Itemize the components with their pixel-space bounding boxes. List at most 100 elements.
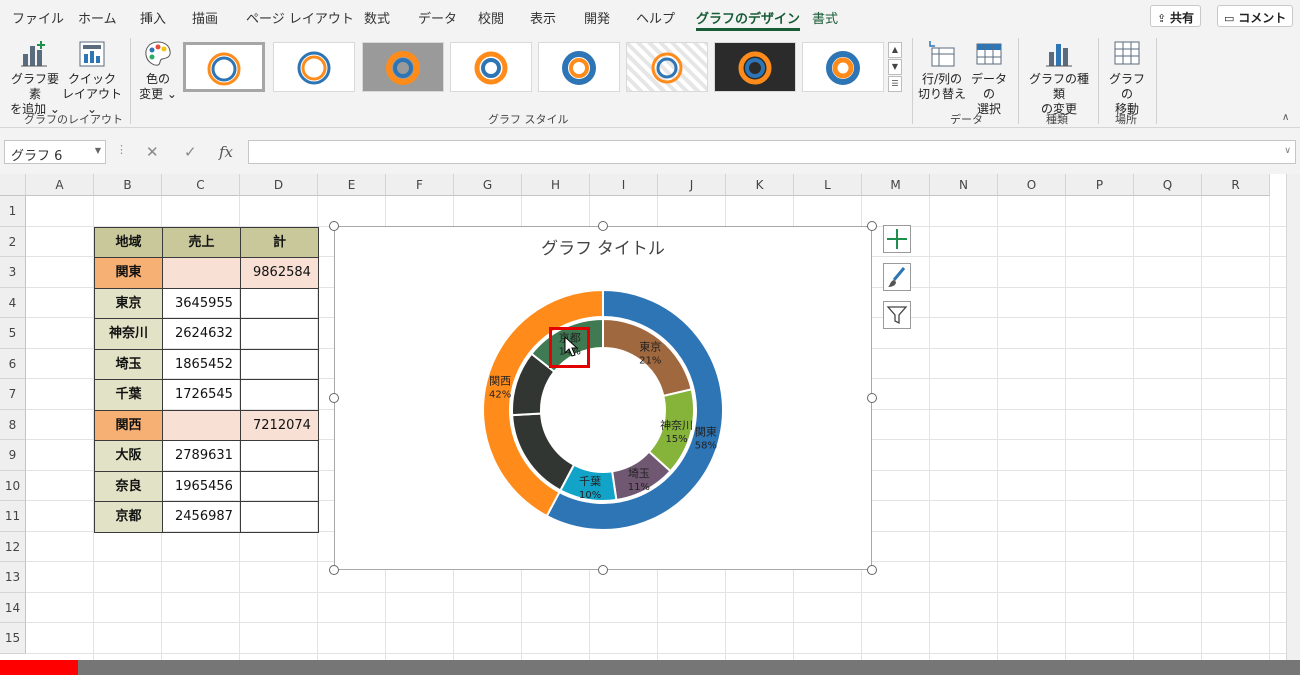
sales-value-cell[interactable]: 3645955 bbox=[162, 287, 241, 319]
change-chart-type-button[interactable]: グラフの種類 の変更 bbox=[1024, 38, 1094, 117]
inner-label-name-0[interactable]: 東京 bbox=[639, 339, 661, 353]
row-header-4[interactable]: 4 bbox=[0, 287, 26, 318]
row-header-15[interactable]: 15 bbox=[0, 623, 26, 654]
sales-value-cell[interactable]: 2624632 bbox=[162, 318, 241, 350]
gallery-scroll-down[interactable]: ▼ bbox=[888, 59, 902, 75]
column-header-j[interactable]: J bbox=[658, 174, 726, 196]
total-cell[interactable] bbox=[240, 318, 319, 350]
tab-format[interactable]: 書式 bbox=[812, 8, 838, 27]
move-chart-button[interactable]: グラフの 移動 bbox=[1104, 38, 1150, 117]
tab-page-layout[interactable]: ページ レイアウト bbox=[246, 8, 354, 27]
tab-data[interactable]: データ bbox=[418, 8, 457, 27]
gallery-more[interactable]: ☰ bbox=[888, 76, 902, 92]
chart-style-5[interactable] bbox=[538, 42, 620, 92]
chart-style-6[interactable] bbox=[626, 42, 708, 92]
sales-value-cell[interactable]: 2456987 bbox=[162, 501, 241, 533]
chart-style-8[interactable] bbox=[802, 42, 884, 92]
row-header-8[interactable]: 8 bbox=[0, 409, 26, 440]
chart-style-2[interactable] bbox=[273, 42, 355, 92]
formula-input[interactable]: ∨ bbox=[248, 140, 1296, 164]
region-total-cell[interactable]: 7212074 bbox=[240, 409, 319, 441]
prefecture-name-cell[interactable]: 埼玉 bbox=[94, 348, 163, 380]
row-header-2[interactable]: 2 bbox=[0, 226, 26, 257]
chart-style-1[interactable] bbox=[183, 42, 265, 92]
region-name-cell[interactable]: 関西 bbox=[94, 409, 163, 441]
row-header-5[interactable]: 5 bbox=[0, 318, 26, 349]
table-header-cell[interactable]: 計 bbox=[240, 226, 319, 258]
expand-formula-icon[interactable]: ∨ bbox=[1284, 146, 1291, 156]
sales-value-cell[interactable]: 1726545 bbox=[162, 379, 241, 411]
resize-handle-bottom-right[interactable] bbox=[867, 565, 877, 575]
column-header-r[interactable]: R bbox=[1202, 174, 1270, 196]
sales-value-cell[interactable]: 1865452 bbox=[162, 348, 241, 380]
tab-view[interactable]: 表示 bbox=[530, 8, 556, 27]
row-header-13[interactable]: 13 bbox=[0, 562, 26, 593]
chart-style-7[interactable] bbox=[714, 42, 796, 92]
inner-label-percent-3[interactable]: 10% bbox=[579, 490, 601, 501]
total-cell[interactable] bbox=[240, 379, 319, 411]
chart-style-4[interactable] bbox=[450, 42, 532, 92]
table-header-cell[interactable]: 地域 bbox=[94, 226, 163, 258]
chart-filters-button[interactable] bbox=[883, 301, 911, 329]
change-colors-button[interactable]: 色の 変更 ⌄ bbox=[136, 38, 180, 102]
region-sales-cell[interactable] bbox=[162, 409, 241, 441]
row-header-7[interactable]: 7 bbox=[0, 379, 26, 410]
prefecture-name-cell[interactable]: 京都 bbox=[94, 501, 163, 533]
row-header-9[interactable]: 9 bbox=[0, 440, 26, 471]
row-header-11[interactable]: 11 bbox=[0, 501, 26, 532]
prefecture-name-cell[interactable]: 東京 bbox=[94, 287, 163, 319]
inner-label-name-1[interactable]: 神奈川 bbox=[660, 418, 693, 432]
resize-handle-left[interactable] bbox=[329, 393, 339, 403]
select-data-button[interactable]: データの 選択 bbox=[966, 38, 1012, 117]
prefecture-name-cell[interactable]: 千葉 bbox=[94, 379, 163, 411]
column-header-a[interactable]: A bbox=[26, 174, 94, 196]
chart-style-3[interactable] bbox=[362, 42, 444, 92]
column-header-k[interactable]: K bbox=[726, 174, 794, 196]
share-button[interactable]: ⇪ 共有 bbox=[1150, 5, 1202, 27]
column-header-q[interactable]: Q bbox=[1134, 174, 1202, 196]
tab-chart-design[interactable]: グラフのデザイン bbox=[696, 8, 801, 31]
resize-handle-top[interactable] bbox=[598, 221, 608, 231]
total-cell[interactable] bbox=[240, 470, 319, 502]
resize-handle-bottom[interactable] bbox=[598, 565, 608, 575]
comment-button[interactable]: ▭ コメント bbox=[1217, 5, 1294, 27]
collapse-ribbon-icon[interactable]: ∧ bbox=[1282, 112, 1289, 123]
column-header-l[interactable]: L bbox=[794, 174, 862, 196]
sales-value-cell[interactable]: 1965456 bbox=[162, 470, 241, 502]
vertical-scrollbar[interactable] bbox=[1286, 174, 1300, 660]
column-header-i[interactable]: I bbox=[590, 174, 658, 196]
name-box[interactable]: グラフ 6 ▼ bbox=[4, 140, 106, 164]
tab-developer[interactable]: 開発 bbox=[584, 8, 610, 27]
insert-function-icon[interactable]: fx bbox=[219, 143, 233, 161]
sales-value-cell[interactable]: 2789631 bbox=[162, 440, 241, 472]
inner-label-name-2[interactable]: 埼玉 bbox=[628, 466, 650, 480]
column-header-p[interactable]: P bbox=[1066, 174, 1134, 196]
row-header-3[interactable]: 3 bbox=[0, 257, 26, 288]
outer-label-name-0[interactable]: 関東 bbox=[695, 426, 717, 439]
select-all-corner[interactable] bbox=[0, 174, 26, 196]
tab-review[interactable]: 校閲 bbox=[478, 8, 504, 27]
column-header-f[interactable]: F bbox=[386, 174, 454, 196]
doughnut-chart[interactable]: グラフ タイトル 関東 58% 関西 42% 東京 21% 神奈川 15% 埼玉 11% 千葉 10%… bbox=[334, 226, 872, 570]
column-header-d[interactable]: D bbox=[240, 174, 318, 196]
tab-draw[interactable]: 描画 bbox=[192, 8, 218, 27]
total-cell[interactable] bbox=[240, 348, 319, 380]
total-cell[interactable] bbox=[240, 501, 319, 533]
resize-handle-top-left[interactable] bbox=[329, 221, 339, 231]
gallery-scroll-up[interactable]: ▲ bbox=[888, 42, 902, 58]
region-sales-cell[interactable] bbox=[162, 257, 241, 289]
outer-label-name-1[interactable]: 関西 bbox=[489, 374, 511, 387]
column-header-g[interactable]: G bbox=[454, 174, 522, 196]
add-chart-element-button[interactable]: グラフ要素 を追加 ⌄ bbox=[6, 38, 64, 117]
inner-label-percent-0[interactable]: 21% bbox=[639, 355, 661, 366]
row-header-10[interactable]: 10 bbox=[0, 470, 26, 501]
row-header-12[interactable]: 12 bbox=[0, 531, 26, 562]
outer-label-percent-0[interactable]: 58% bbox=[695, 441, 717, 452]
resize-handle-right[interactable] bbox=[867, 393, 877, 403]
outer-label-percent-1[interactable]: 42% bbox=[489, 389, 511, 400]
prefecture-name-cell[interactable]: 神奈川 bbox=[94, 318, 163, 350]
tab-formulas[interactable]: 数式 bbox=[364, 8, 390, 27]
column-header-h[interactable]: H bbox=[522, 174, 590, 196]
quick-layout-button[interactable]: クイック レイアウト ⌄ bbox=[62, 38, 122, 117]
total-cell[interactable] bbox=[240, 287, 319, 319]
